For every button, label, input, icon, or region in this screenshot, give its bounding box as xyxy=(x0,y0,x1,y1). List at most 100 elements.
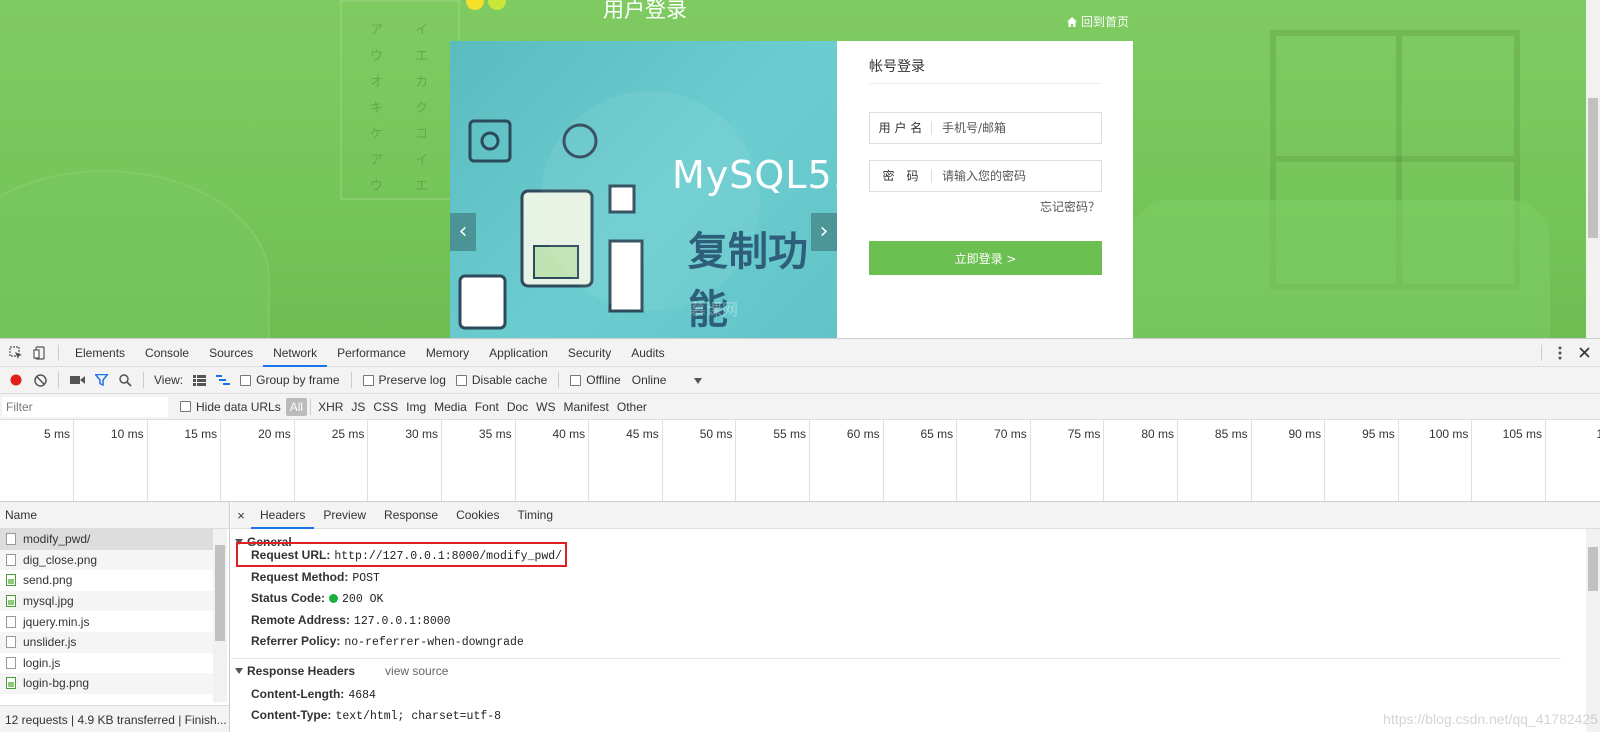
filter-type-manifest[interactable]: Manifest xyxy=(560,400,613,414)
image-file-icon xyxy=(6,574,16,587)
request-row[interactable]: mysql.jpg xyxy=(0,590,213,612)
password-input[interactable] xyxy=(932,169,1101,183)
search-icon[interactable] xyxy=(113,368,137,392)
content-type-key: Content-Type: xyxy=(251,708,332,722)
detail-scrollbar[interactable] xyxy=(1586,529,1600,732)
document-file-icon xyxy=(6,553,16,566)
tab-security[interactable]: Security xyxy=(558,339,621,367)
group-by-frame-checkbox[interactable]: Group by frame xyxy=(240,373,340,387)
filter-type-img[interactable]: Img xyxy=(402,400,430,414)
username-field[interactable]: 用 户 名 xyxy=(869,112,1102,144)
chevron-down-icon[interactable] xyxy=(694,373,703,387)
tab-timing[interactable]: Timing xyxy=(508,502,562,529)
filter-input[interactable] xyxy=(2,396,168,417)
tab-cookies[interactable]: Cookies xyxy=(447,502,508,529)
password-field[interactable]: 密 码 xyxy=(869,160,1102,192)
tab-memory[interactable]: Memory xyxy=(416,339,479,367)
tab-sources[interactable]: Sources xyxy=(199,339,263,367)
checkbox-box[interactable] xyxy=(570,374,582,386)
request-list-scrollbar-thumb[interactable] xyxy=(215,545,225,641)
filter-type-other[interactable]: Other xyxy=(613,400,651,414)
close-devtools-icon[interactable] xyxy=(1572,341,1596,365)
page-scrollbar[interactable] xyxy=(1586,0,1600,338)
remote-address-value: 127.0.0.1:8000 xyxy=(353,615,451,628)
request-name: mysql.jpg xyxy=(23,594,74,609)
tab-headers[interactable]: Headers xyxy=(251,502,315,529)
clear-icon[interactable] xyxy=(28,368,52,392)
username-input[interactable] xyxy=(932,121,1101,135)
view-label: View: xyxy=(154,373,184,387)
tab-elements[interactable]: Elements xyxy=(65,339,135,367)
checkbox-box[interactable] xyxy=(240,374,252,386)
throttling-select[interactable]: Online xyxy=(632,373,667,387)
timeline-tick-label: 30 ms xyxy=(405,427,438,441)
tab-preview[interactable]: Preview xyxy=(314,502,375,529)
capture-screenshots-icon[interactable] xyxy=(65,368,89,392)
login-heading: 帐号登录 xyxy=(869,59,925,75)
filter-type-media[interactable]: Media xyxy=(430,400,471,414)
filter-icon[interactable] xyxy=(89,368,113,392)
request-row[interactable]: send.png xyxy=(0,570,213,591)
banner-headline: MySQL5.7 xyxy=(672,153,837,197)
disable-cache-label: Disable cache xyxy=(471,373,548,387)
more-options-icon[interactable] xyxy=(1548,341,1572,365)
detail-scrollbar-thumb[interactable] xyxy=(1588,547,1598,591)
timeline-tick-label: 75 ms xyxy=(1067,427,1101,441)
timeline-tick-label: 100 ms xyxy=(1429,427,1469,441)
device-toolbar-icon[interactable] xyxy=(28,341,52,365)
tab-audits[interactable]: Audits xyxy=(621,339,674,367)
request-url-key: Request URL: xyxy=(251,548,331,562)
timeline-tick-label: 95 ms xyxy=(1362,427,1395,441)
preserve-log-checkbox[interactable]: Preserve log xyxy=(362,373,446,387)
filter-type-js[interactable]: JS xyxy=(347,400,369,414)
tab-performance[interactable]: Performance xyxy=(327,339,416,367)
checkbox-box[interactable] xyxy=(362,374,374,386)
login-button[interactable]: 立即登录 > xyxy=(869,241,1102,275)
home-link[interactable]: 回到首页 xyxy=(1067,13,1129,30)
close-detail-icon[interactable]: × xyxy=(231,508,251,523)
request-row[interactable]: login.js xyxy=(0,653,213,674)
network-overview-timeline[interactable]: 5 ms 10 ms 15 ms 20 ms 25 ms 30 ms 35 ms 40 ms 4… xyxy=(0,420,1600,502)
filter-type-ws[interactable]: WS xyxy=(532,400,559,414)
banner-slider[interactable]: MySQL5.7 复制功能 慕课网 ‹ › xyxy=(450,41,837,338)
page-scrollbar-thumb[interactable] xyxy=(1588,98,1598,238)
checkbox-box[interactable] xyxy=(180,401,191,412)
request-row[interactable]: modify_pwd/ xyxy=(0,529,213,550)
tab-network[interactable]: Network xyxy=(263,339,328,367)
filter-type-doc[interactable]: Doc xyxy=(503,400,532,414)
devtools-tabbar: Elements Console Sources Network Perform… xyxy=(0,339,1600,367)
filter-type-all[interactable]: All xyxy=(285,397,308,416)
request-row[interactable]: jquery.min.js xyxy=(0,611,213,632)
banner-prev-button[interactable]: ‹ xyxy=(450,213,476,251)
tab-application[interactable]: Application xyxy=(479,339,558,367)
tab-console[interactable]: Console xyxy=(135,339,199,367)
request-row[interactable]: dig_close.png xyxy=(0,549,213,571)
view-source-link[interactable]: view source xyxy=(385,664,448,678)
toolbar-separator xyxy=(558,372,560,388)
response-headers-section-toggle[interactable]: Response Headers view source xyxy=(235,664,448,678)
filter-type-css[interactable]: CSS xyxy=(369,400,402,414)
offline-checkbox[interactable]: Offline xyxy=(570,373,621,387)
tab-response[interactable]: Response xyxy=(375,502,447,529)
hide-data-urls-checkbox[interactable]: Hide data URLs xyxy=(180,400,281,414)
inspect-element-icon[interactable] xyxy=(4,341,28,365)
disable-cache-checkbox[interactable]: Disable cache xyxy=(455,373,548,387)
checkbox-box[interactable] xyxy=(455,374,467,386)
request-name: jquery.min.js xyxy=(23,614,90,629)
waterfall-icon[interactable] xyxy=(211,368,235,392)
request-row[interactable]: login-bg.png xyxy=(0,673,213,694)
filter-type-font[interactable]: Font xyxy=(471,400,503,414)
request-method-row: Request Method: POST xyxy=(251,570,380,585)
expand-triangle-icon xyxy=(235,668,243,674)
timeline-tick-label: 20 ms xyxy=(258,427,291,441)
banner-next-button[interactable]: › xyxy=(811,213,837,251)
request-row[interactable]: unslider.js xyxy=(0,631,213,653)
record-icon[interactable] xyxy=(4,368,28,392)
large-rows-icon[interactable] xyxy=(187,368,211,392)
forgot-password-link[interactable]: 忘记密码？ xyxy=(1040,198,1100,215)
logo-dot-yellow xyxy=(466,0,484,10)
section-divider xyxy=(231,658,1561,659)
request-list-scrollbar[interactable] xyxy=(213,529,227,702)
filter-type-xhr[interactable]: XHR xyxy=(314,400,347,414)
name-column-header[interactable]: Name xyxy=(0,502,229,529)
